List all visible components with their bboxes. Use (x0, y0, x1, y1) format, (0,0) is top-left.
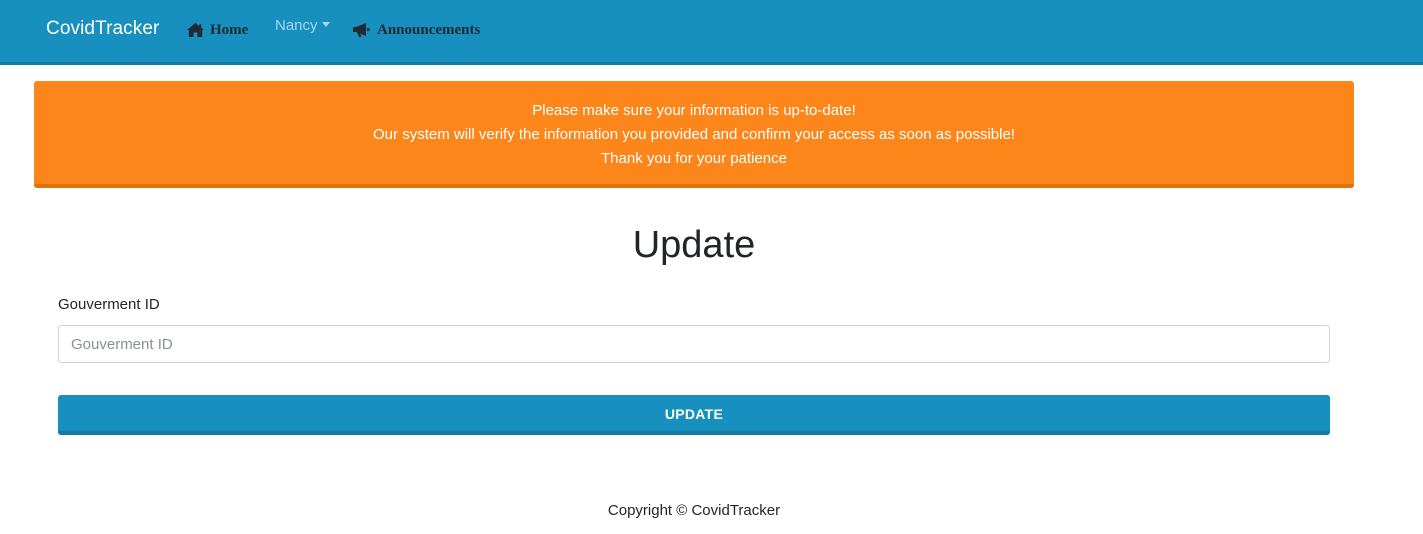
government-id-label: Gouverment ID (58, 296, 160, 313)
alert-line: Thank you for your patience (601, 150, 787, 167)
alert-line: Our system will verify the information y… (373, 126, 1015, 143)
navbar: CovidTracker Home Nancy Announcements (0, 0, 1423, 65)
nav-home-label: Home (210, 21, 249, 38)
brand-link[interactable]: CovidTracker (46, 18, 159, 40)
page-title: Update (632, 224, 756, 266)
update-button[interactable]: UPDATE (58, 395, 1330, 435)
home-icon (187, 23, 204, 37)
user-dropdown-toggle[interactable]: Nancy (275, 17, 330, 34)
user-name-label: Nancy (275, 17, 318, 34)
nav-home-link[interactable]: Home (187, 20, 248, 40)
megaphone-icon (353, 23, 371, 37)
government-id-input[interactable] (58, 325, 1330, 363)
chevron-down-icon (321, 22, 330, 27)
nav-announcements-label: Announcements (377, 21, 481, 38)
footer-copyright: Copyright © CovidTracker (607, 502, 781, 519)
alert-line: Please make sure your information is up-… (532, 102, 856, 119)
info-alert: Please make sure your information is up-… (34, 81, 1354, 188)
nav-announcements-link[interactable]: Announcements (353, 20, 480, 40)
